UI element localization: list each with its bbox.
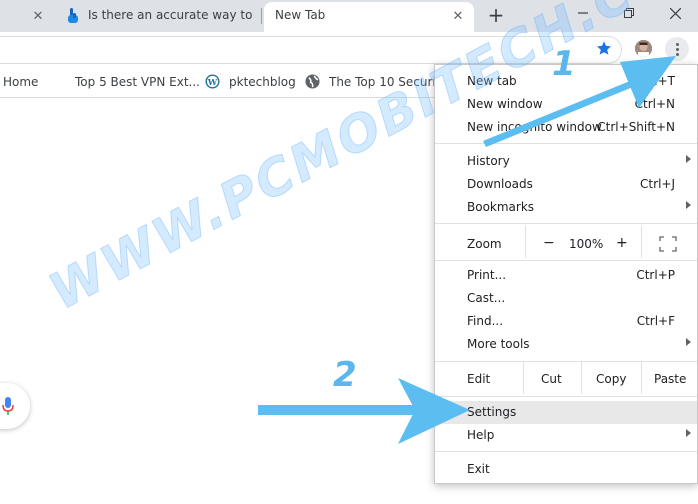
browser-window: ✕ Is there an accurate way to ✕ New Tab … [0, 0, 698, 504]
edit-label: Edit [467, 372, 491, 386]
tab-new-tab[interactable]: New Tab ✕ [264, 2, 474, 32]
wordpress-icon: W [205, 74, 220, 89]
new-tab-button[interactable]: + [484, 4, 508, 28]
tab-label: New Tab [275, 8, 326, 22]
menu-item-label: Cast... [467, 291, 506, 305]
zoom-divider [525, 226, 526, 258]
close-icon[interactable]: ✕ [450, 8, 466, 24]
close-window-button[interactable] [652, 0, 698, 26]
menu-item-help[interactable]: Help [435, 424, 697, 447]
hand-pointer-icon [68, 8, 78, 23]
menu-item-bookmarks[interactable]: Bookmarks [435, 196, 697, 219]
menu-item-history[interactable]: History [435, 150, 697, 173]
menu-item-shortcut: Ctrl+T [636, 74, 675, 88]
menu-item-label: Print... [467, 268, 507, 282]
menu-item-shortcut: Ctrl+F [636, 314, 675, 328]
zoom-label: Zoom [467, 237, 502, 251]
menu-edit-row: Edit Cut Copy Paste [435, 362, 697, 396]
tab-is-there-an-accurate-way[interactable]: Is there an accurate way to ✕ [56, 0, 279, 32]
cut-button[interactable]: Cut [541, 372, 562, 386]
menu-item-label: Settings [467, 405, 517, 419]
tab-strip: ✕ Is there an accurate way to ✕ New Tab … [0, 0, 698, 32]
globe-icon [305, 74, 320, 89]
submenu-arrow-icon [686, 429, 691, 437]
tab-label: Is there an accurate way to [88, 8, 253, 22]
toolbar [0, 32, 698, 68]
microphone-icon [2, 397, 14, 415]
menu-item-new-incognito-window[interactable]: New incognito window Ctrl+Shift+N [435, 116, 697, 139]
menu-item-label: Bookmarks [467, 200, 535, 214]
tab-partial[interactable]: ✕ [0, 0, 56, 32]
edit-divider [523, 362, 524, 394]
submenu-arrow-icon [686, 155, 691, 163]
menu-item-label: More tools [467, 337, 530, 351]
menu-item-label: New incognito window [467, 120, 602, 134]
edit-divider [581, 362, 582, 394]
menu-item-downloads[interactable]: Downloads Ctrl+J [435, 173, 697, 196]
paste-button[interactable]: Paste [654, 372, 686, 386]
menu-item-print[interactable]: Print... Ctrl+P [435, 264, 697, 287]
close-icon [669, 7, 681, 19]
menu-item-label: New window [467, 97, 543, 111]
profile-avatar[interactable] [635, 40, 652, 57]
menu-item-shortcut: Ctrl+P [636, 268, 675, 282]
menu-item-label: History [467, 154, 510, 168]
customize-menu-button[interactable] [665, 37, 689, 61]
svg-text:W: W [207, 77, 218, 87]
menu-divider [435, 451, 697, 452]
menu-zoom-row: Zoom − 100% + [435, 226, 697, 259]
close-icon[interactable]: ✕ [30, 8, 46, 24]
menu-item-label: Help [467, 428, 495, 442]
restore-icon [624, 8, 634, 18]
menu-divider [435, 396, 697, 397]
menu-item-settings[interactable]: Settings [435, 401, 697, 424]
menu-item-new-window[interactable]: New window Ctrl+N [435, 93, 697, 116]
dot [675, 47, 679, 51]
zoom-in-button[interactable]: + [616, 235, 628, 251]
avatar-image [635, 40, 652, 57]
menu-item-label: New tab [467, 74, 517, 88]
bookmark-home[interactable]: Home [3, 75, 38, 89]
bookmark-pktechblog[interactable]: pktechblog [229, 75, 296, 89]
chrome-menu: New tab Ctrl+T New window Ctrl+N New inc… [434, 64, 698, 484]
zoom-out-button[interactable]: − [543, 235, 555, 251]
menu-item-exit[interactable]: Exit [435, 458, 697, 481]
minimize-button[interactable] [560, 0, 606, 26]
zoom-divider [641, 226, 642, 258]
fullscreen-icon[interactable] [659, 236, 677, 252]
menu-item-more-tools[interactable]: More tools [435, 333, 697, 356]
menu-item-shortcut: Ctrl+J [640, 177, 675, 191]
copy-button[interactable]: Copy [596, 372, 626, 386]
menu-item-find[interactable]: Find... Ctrl+F [435, 310, 697, 333]
minimize-icon [578, 12, 588, 14]
menu-divider [435, 143, 697, 144]
menu-divider [435, 223, 697, 224]
address-bar[interactable] [0, 36, 622, 64]
edit-divider [641, 362, 642, 394]
zoom-value: 100% [569, 237, 604, 251]
submenu-arrow-icon [686, 338, 691, 346]
menu-item-shortcut: Ctrl+Shift+N [597, 120, 675, 134]
menu-item-label: Exit [467, 462, 490, 476]
dot [675, 42, 679, 46]
menu-item-new-tab[interactable]: New tab Ctrl+T [435, 70, 697, 93]
menu-divider [435, 260, 697, 261]
restore-button[interactable] [606, 0, 652, 26]
submenu-arrow-icon [686, 201, 691, 209]
menu-item-shortcut: Ctrl+N [634, 97, 675, 111]
menu-item-label: Downloads [467, 177, 533, 191]
menu-item-label: Find... [467, 314, 504, 328]
menu-item-cast[interactable]: Cast... [435, 287, 697, 310]
bookmark-vpn[interactable]: Top 5 Best VPN Ext... [75, 75, 200, 89]
bookmark-star-icon[interactable] [596, 40, 612, 56]
dot [675, 52, 679, 56]
